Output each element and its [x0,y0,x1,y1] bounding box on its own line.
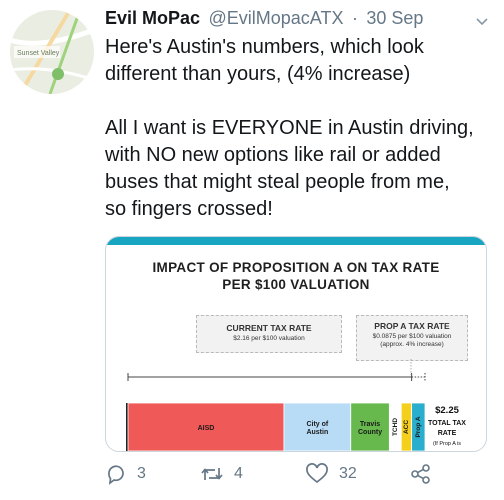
retweet-count: 4 [234,465,243,482]
avatar[interactable]: Sunset Valley [10,10,94,94]
total-value: $2.25 [435,405,459,416]
retweet-button[interactable]: 4 [200,460,243,488]
tweet-date[interactable]: 30 Sep [366,8,423,28]
total-label-line-1: TOTAL TAX [428,420,466,427]
total-label-line-2: RATE [438,430,457,437]
tweet-paragraph-1: Here's Austin's numbers, which look diff… [105,36,424,85]
tweet-text: Here's Austin's numbers, which look diff… [105,34,500,223]
tweet-header: Evil MoPac @EvilMopacATX · 30 Sep [105,8,495,34]
chevron-down-icon[interactable] [475,14,489,28]
user-handle[interactable]: @EvilMopacATX [209,8,344,28]
reply-button[interactable]: 3 [105,460,146,488]
like-button[interactable]: 32 [305,460,357,488]
avatar-map-label: Sunset Valley [17,50,60,57]
retweet-icon [201,468,223,480]
rate-bracket [127,359,426,381]
bar-label-city-of-austin: City of Austin [306,421,328,436]
tweet-paragraph-2: All I want is EVERYONE in Austin driving… [105,117,474,220]
total-note: (If Prop A is [433,441,461,447]
bar-label-aisd: AISD [198,425,215,432]
bar-label-acc: ACC [403,420,410,434]
bar-label-tchd: TCHD [392,418,399,436]
reply-icon [108,465,124,485]
tweet-image-card[interactable]: IMPACT OF PROPOSITION A ON TAX RATE PER … [105,236,487,452]
tax-rate-chart: AISD City of Austin Travis County TCHD ACC Prop… [126,359,466,451]
like-count: 32 [339,465,357,482]
reply-count: 3 [137,465,146,482]
display-name[interactable]: Evil MoPac [105,8,200,28]
share-button[interactable] [410,460,442,488]
tweet-actions: 3 4 32 [105,460,500,492]
like-icon [306,463,328,484]
separator-dot: · [351,8,358,28]
bar-label-prop-a: Prop A [415,416,422,437]
share-icon [411,464,430,484]
avatar-map-image: Sunset Valley [10,10,94,94]
total-rate-labels: $2.25 TOTAL TAX RATE (If Prop A is [428,405,466,447]
bar-label-travis-county: Travis County [358,421,382,436]
